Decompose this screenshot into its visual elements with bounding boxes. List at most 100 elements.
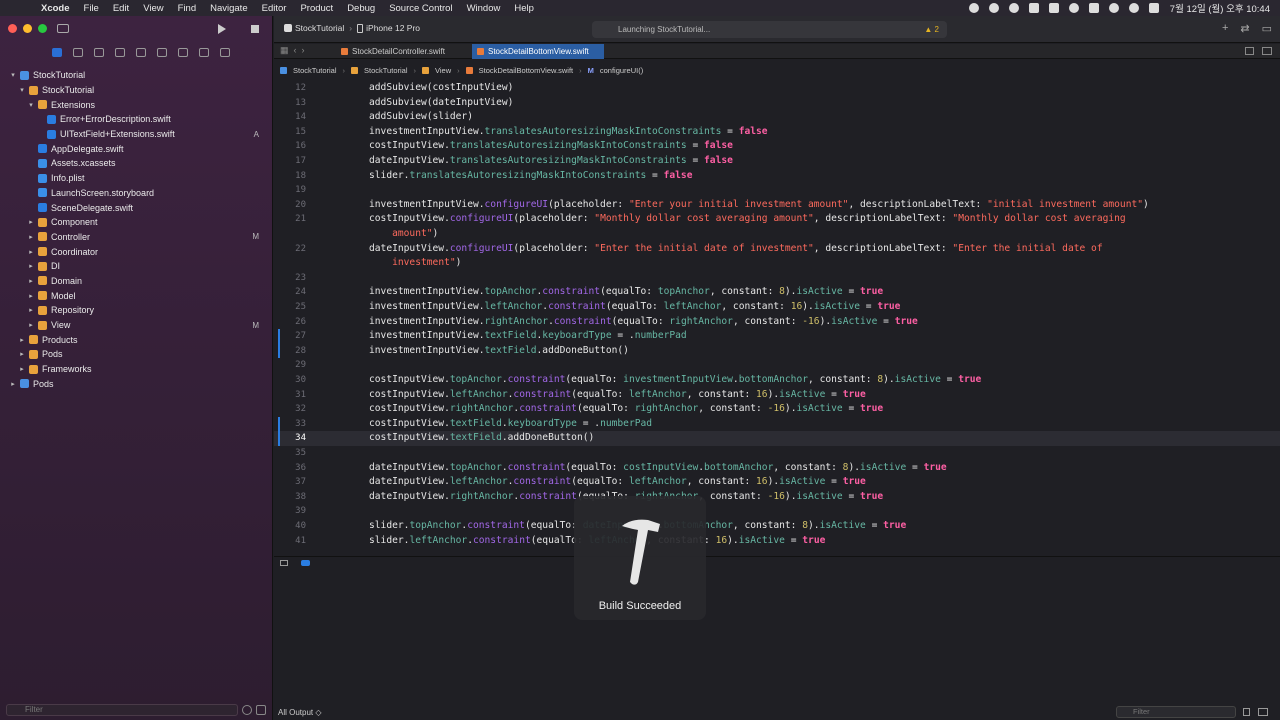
navigator-item[interactable]: ▸ Frameworks <box>0 362 273 377</box>
hide-debug-area-icon[interactable] <box>280 560 288 566</box>
menu-window[interactable]: Window <box>460 3 508 14</box>
disclosure-chevron-icon[interactable]: ▸ <box>27 218 35 226</box>
navigator-item[interactable]: ▸ Model <box>0 288 273 303</box>
menu-help[interactable]: Help <box>507 3 541 14</box>
menu-debug[interactable]: Debug <box>340 3 382 14</box>
code-line[interactable]: 14 addSubview(slider) <box>274 110 1280 125</box>
navigator-item[interactable]: AppDelegate.swift <box>0 141 273 156</box>
menu-navigate[interactable]: Navigate <box>203 3 255 14</box>
console-layout-icon[interactable] <box>1258 708 1268 716</box>
code-line[interactable]: 34 costInputView.textField.addDoneButton(… <box>274 431 1280 446</box>
navigator-item[interactable]: Error+ErrorDescription.swift <box>0 112 273 127</box>
symbol-navigator-icon[interactable] <box>94 47 104 57</box>
disclosure-chevron-icon[interactable]: ▸ <box>27 306 35 314</box>
menu-find[interactable]: Find <box>171 3 203 14</box>
code-line[interactable]: investment") <box>274 256 1280 271</box>
disclosure-chevron-icon[interactable]: ▸ <box>18 350 26 358</box>
navigator-item[interactable]: ▾ StockTutorial <box>0 83 273 98</box>
disclosure-chevron-icon[interactable]: ▾ <box>18 86 26 94</box>
menu-view[interactable]: View <box>136 3 170 14</box>
recent-files-icon[interactable] <box>242 704 252 715</box>
trash-icon[interactable] <box>1243 708 1250 716</box>
code-line[interactable]: 30 costInputView.topAnchor.constraint(equ… <box>274 373 1280 388</box>
code-line[interactable]: 39 <box>274 504 1280 519</box>
library-plus-icon[interactable]: + <box>1222 22 1228 35</box>
keyboard-icon[interactable] <box>1048 3 1059 13</box>
close-window-icon[interactable] <box>8 24 17 33</box>
disclosure-chevron-icon[interactable]: ▸ <box>27 321 35 329</box>
disclosure-chevron-icon[interactable]: ▸ <box>18 336 26 344</box>
navigator-item[interactable]: ▸ Component <box>0 215 273 230</box>
code-line[interactable]: 24 investmentInputView.topAnchor.constrai… <box>274 285 1280 300</box>
jump-file[interactable]: StockDetailBottomView.swift <box>479 66 573 75</box>
code-line[interactable]: 37 dateInputView.leftAnchor.constraint(eq… <box>274 475 1280 490</box>
tab-stock-detail-bottom-view[interactable]: StockDetailBottomView.swift <box>472 44 604 59</box>
scheme-selector[interactable]: StockTutorial › iPhone 12 Pro <box>284 23 420 33</box>
disclosure-chevron-icon[interactable]: ▾ <box>9 71 17 79</box>
toggle-sidebar-icon[interactable] <box>57 24 69 33</box>
code-line[interactable]: 33 costInputView.textField.keyboardType =… <box>274 416 1280 432</box>
code-line[interactable]: 27 investmentInputView.textField.keyboard… <box>274 329 1280 344</box>
code-line[interactable]: 20 investmentInputView.configureUI(placeh… <box>274 198 1280 213</box>
code-line[interactable]: 23 <box>274 271 1280 286</box>
navigator-item[interactable]: ▸ Coordinator <box>0 244 273 259</box>
inspector-toggle-icon[interactable]: ▭ <box>1262 22 1272 35</box>
navigator-item[interactable]: ▸ Domain <box>0 274 273 289</box>
source-control-navigator-icon[interactable] <box>73 47 83 57</box>
report-navigator-icon[interactable] <box>220 47 230 57</box>
console-filter-input[interactable]: Filter <box>1116 706 1236 718</box>
menubar-clock[interactable]: 7월 12일 (월) 오후 10:44 <box>1170 1 1270 15</box>
menu-product[interactable]: Product <box>293 3 340 14</box>
siri-icon[interactable] <box>1108 3 1119 13</box>
navigator-item[interactable]: LaunchScreen.storyboard <box>0 186 273 201</box>
code-line[interactable]: amount") <box>274 227 1280 242</box>
console-output[interactable] <box>274 568 1280 702</box>
find-navigator-icon[interactable] <box>115 47 125 57</box>
navigator-item[interactable]: ▸ Pods <box>0 376 273 391</box>
breakpoint-navigator-icon[interactable] <box>199 47 209 57</box>
menu-editor[interactable]: Editor <box>255 3 294 14</box>
search-icon[interactable] <box>1128 3 1139 13</box>
issue-navigator-icon[interactable] <box>136 47 146 57</box>
code-line[interactable]: 21 costInputView.configureUI(placeholder:… <box>274 212 1280 227</box>
play-status-icon[interactable] <box>1008 3 1019 13</box>
zoom-window-icon[interactable] <box>38 24 47 33</box>
code-line[interactable]: 12 addSubview(costInputView) <box>274 81 1280 96</box>
navigator-item[interactable]: ▸ Repository <box>0 303 273 318</box>
code-review-icon[interactable]: ⇄ <box>1240 22 1249 35</box>
control-center-icon[interactable] <box>1148 3 1159 13</box>
navigator-item[interactable]: ▾ StockTutorial <box>0 68 273 83</box>
jump-project[interactable]: StockTutorial <box>293 66 337 75</box>
source-control-filter-icon[interactable] <box>256 704 266 715</box>
split-editor-icon[interactable] <box>1262 47 1272 55</box>
navigator-item[interactable]: SceneDelegate.swift <box>0 200 273 215</box>
project-navigator-icon[interactable] <box>52 47 62 57</box>
disclosure-chevron-icon[interactable]: ▸ <box>27 248 35 256</box>
jump-method[interactable]: configureUI() <box>600 66 643 75</box>
navigator-item[interactable]: ▸ Pods <box>0 347 273 362</box>
menu-app-name[interactable]: Xcode <box>34 3 77 14</box>
code-line[interactable]: 35 <box>274 446 1280 461</box>
code-line[interactable]: 15 investmentInputView.translatesAutoresi… <box>274 125 1280 140</box>
stop-icon[interactable] <box>251 25 259 33</box>
disclosure-chevron-icon[interactable]: ▾ <box>27 101 35 109</box>
disclosure-chevron-icon[interactable]: ▸ <box>27 233 35 241</box>
code-line[interactable]: 16 costInputView.translatesAutoresizingMa… <box>274 139 1280 154</box>
input-source-icon[interactable] <box>1028 3 1039 13</box>
test-navigator-icon[interactable] <box>157 47 167 57</box>
run-icon[interactable] <box>218 24 226 34</box>
code-line[interactable]: 40slider.topAnchor.constraint(equalTo: d… <box>274 519 1280 534</box>
code-line[interactable]: 18 slider.translatesAutoresizingMaskIntoC… <box>274 169 1280 184</box>
code-line[interactable]: 29 <box>274 358 1280 373</box>
navigator-item[interactable]: ▸ Controller M <box>0 230 273 245</box>
code-line[interactable]: 17 dateInputView.translatesAutoresizingMa… <box>274 154 1280 169</box>
output-selector[interactable]: All Output ◇ <box>278 708 322 717</box>
menu-source-control[interactable]: Source Control <box>382 3 459 14</box>
code-line[interactable]: 28 investmentInputView.textField.addDoneB… <box>274 343 1280 359</box>
code-line[interactable]: 32 costInputView.rightAnchor.constraint(e… <box>274 402 1280 417</box>
navigator-item[interactable]: ▸ DI <box>0 259 273 274</box>
disclosure-chevron-icon[interactable]: ▸ <box>27 277 35 285</box>
app-status-icon[interactable] <box>988 3 999 13</box>
navigator-item[interactable]: UITextField+Extensions.swift A <box>0 127 273 142</box>
tab-stock-detail-controller[interactable]: StockDetailController.swift <box>336 44 468 59</box>
